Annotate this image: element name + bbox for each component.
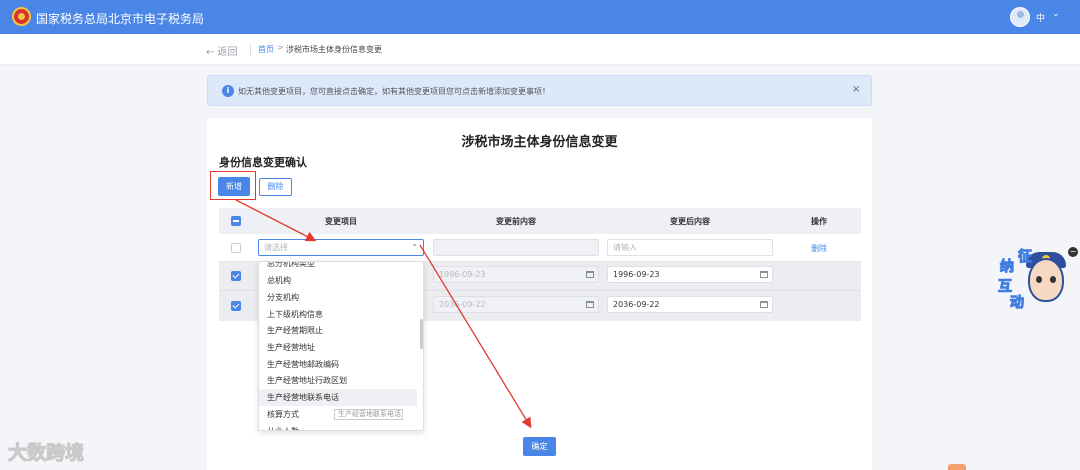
mascot-eye [1036,276,1042,283]
interaction-widget[interactable]: 征 纳 互 动 − [996,246,1078,318]
mascot-eye [1050,276,1056,283]
widget-close-icon[interactable]: − [1068,247,1078,257]
mascot-avatar [1028,258,1064,302]
widget-char: 动 [1010,295,1025,312]
corner-decoration [948,464,966,470]
watermark-text: 大数跨境 [7,442,85,465]
widget-char: 纳 [1000,259,1015,276]
arrow-to-select [235,199,317,242]
annotation-arrows [235,199,532,429]
arrow-to-confirm [419,244,532,429]
widget-char: 征 [1018,249,1033,266]
